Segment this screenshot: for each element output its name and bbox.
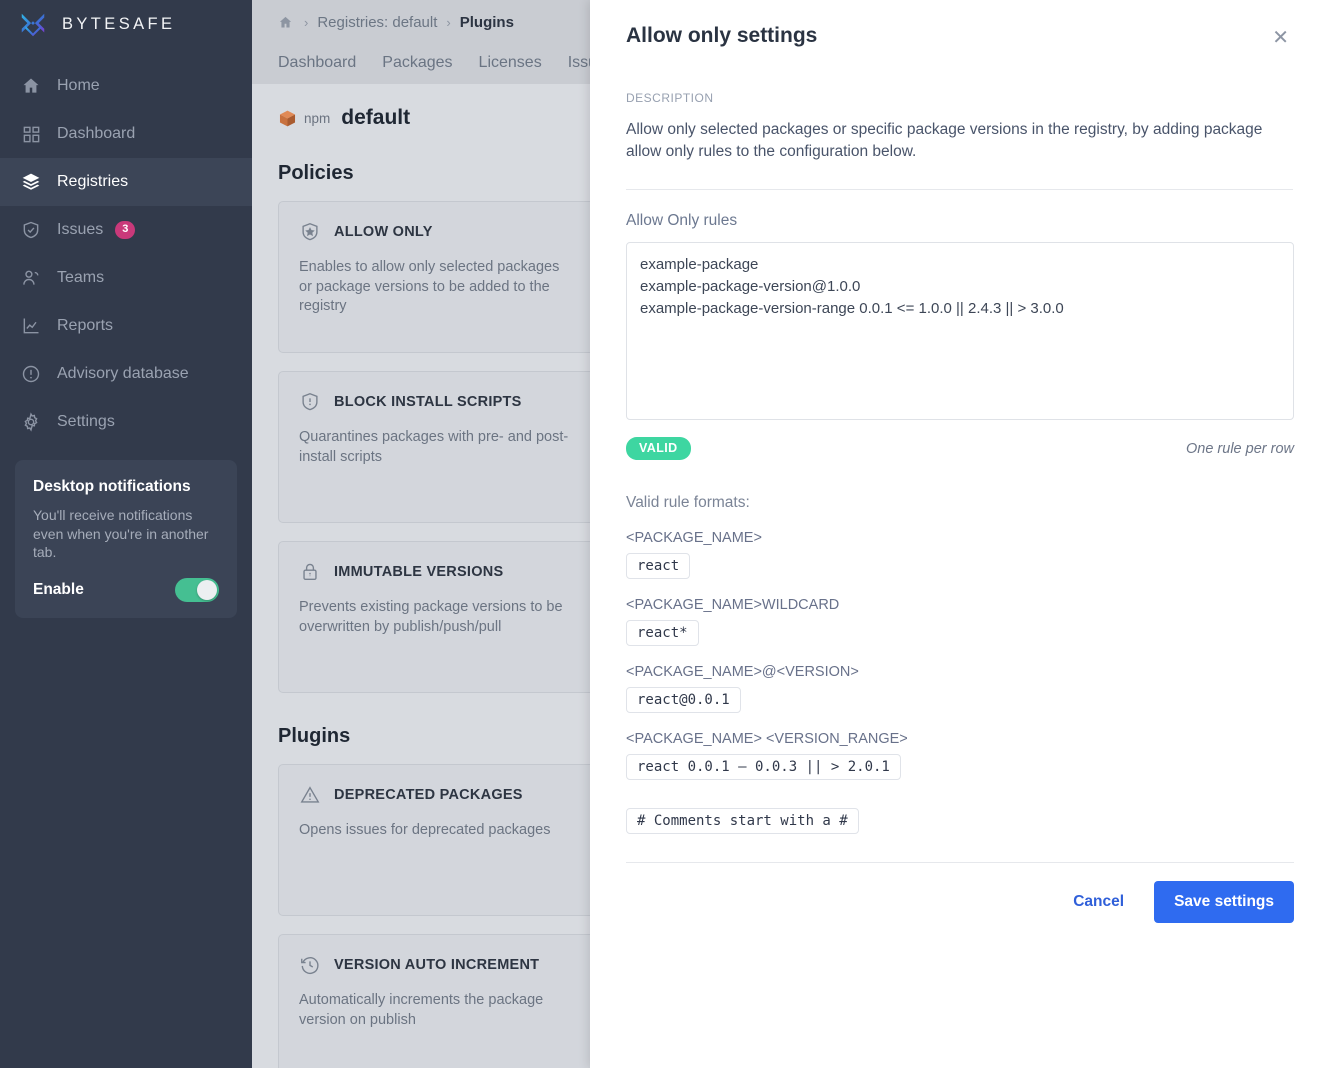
sidebar-item-advisory-database[interactable]: Advisory database: [0, 350, 252, 398]
cancel-button[interactable]: Cancel: [1055, 883, 1142, 921]
home-icon: [20, 75, 42, 97]
sidebar-item-teams[interactable]: Teams: [0, 254, 252, 302]
format-package-name-wildcard: <PACKAGE_NAME>WILDCARD react*: [626, 597, 1293, 647]
lock-icon: [299, 561, 321, 583]
save-settings-button[interactable]: Save settings: [1154, 881, 1294, 924]
sidebar-item-label: Advisory database: [57, 365, 189, 382]
toggle-knob: [197, 579, 217, 600]
allow-only-rules-textarea[interactable]: [626, 242, 1294, 421]
exclamation-circle-icon: [20, 363, 42, 385]
description-label: DESCRIPTION: [626, 91, 714, 105]
rules-status-row: VALID One rule per row: [626, 437, 1294, 461]
status-badge: VALID: [626, 437, 691, 461]
breadcrumb-item-plugins: Plugins: [459, 13, 514, 31]
tab-licenses[interactable]: Licenses: [479, 54, 542, 72]
desktop-notifications-title: Desktop notifications: [33, 478, 191, 495]
card-description: Quarantines packages with pre- and post-…: [299, 429, 569, 465]
format-comment-example: # Comments start with a #: [626, 808, 859, 835]
card-description: Prevents existing package versions to be…: [299, 599, 563, 635]
shield-star-icon: [299, 221, 321, 243]
divider: [626, 189, 1293, 191]
brand-name: BYTESAFE: [62, 14, 176, 33]
desktop-notifications-body: You'll receive notifications even when y…: [33, 507, 209, 561]
page-title: default: [341, 106, 411, 129]
sidebar: BYTESAFE Home Dashboard Registries Issue…: [0, 0, 252, 1068]
panel-title: Allow only settings: [626, 24, 818, 47]
npm-box-icon: [278, 109, 297, 128]
dashboard-grid-icon: [20, 123, 42, 145]
rules-label: Allow Only rules: [626, 212, 738, 230]
format-name: <PACKAGE_NAME>: [626, 530, 762, 547]
allow-only-settings-panel: Allow only settings ✕ DESCRIPTION Allow …: [590, 0, 1329, 1068]
format-example: react 0.0.1 — 0.0.3 || > 2.0.1: [626, 754, 901, 781]
divider: [626, 862, 1294, 864]
panel-description: Allow only selected packages or specific…: [626, 121, 1263, 160]
sidebar-item-label: Home: [57, 77, 100, 94]
card-description: Automatically increments the package ver…: [299, 992, 544, 1028]
tab-packages[interactable]: Packages: [382, 54, 452, 72]
clock-history-icon: [299, 954, 321, 976]
app-root: BYTESAFE Home Dashboard Registries Issue…: [0, 0, 1329, 1068]
sidebar-item-label: Registries: [57, 173, 129, 190]
card-description: Enables to allow only selected packages …: [299, 259, 560, 315]
rules-hint: One rule per row: [1186, 440, 1294, 457]
breadcrumb-separator: ›: [446, 14, 451, 30]
warning-triangle-icon: [299, 784, 321, 806]
enable-label: Enable: [33, 580, 84, 598]
formats-title: Valid rule formats:: [626, 494, 750, 512]
layers-icon: [20, 171, 42, 193]
sidebar-item-issues[interactable]: Issues 3: [0, 206, 252, 254]
desktop-notifications-toggle[interactable]: [175, 577, 219, 602]
shield-exclamation-icon: [299, 391, 321, 413]
format-example: react@0.0.1: [626, 687, 741, 714]
panel-actions: Cancel Save settings: [626, 881, 1294, 924]
sidebar-item-label: Issues: [57, 221, 104, 238]
format-example: react: [626, 553, 691, 580]
chart-line-icon: [20, 315, 42, 337]
sidebar-item-home[interactable]: Home: [0, 62, 252, 110]
format-example: react*: [626, 620, 699, 647]
sidebar-item-label: Dashboard: [57, 125, 136, 142]
format-package-name: <PACKAGE_NAME> react: [626, 530, 1293, 580]
users-icon: [20, 267, 42, 289]
breadcrumb-separator: ›: [304, 14, 309, 30]
format-name: <PACKAGE_NAME> <VERSION_RANGE>: [626, 731, 908, 748]
panel-header: Allow only settings ✕: [626, 0, 1293, 50]
format-package-name-version-range: <PACKAGE_NAME> <VERSION_RANGE> react 0.0…: [626, 731, 1293, 781]
desktop-notifications-card: Desktop notifications You'll receive not…: [15, 460, 237, 618]
format-name: <PACKAGE_NAME>WILDCARD: [626, 597, 840, 614]
home-icon[interactable]: [278, 15, 293, 30]
sidebar-item-dashboard[interactable]: Dashboard: [0, 110, 252, 158]
sidebar-item-settings[interactable]: Settings: [0, 398, 252, 446]
sidebar-nav: Home Dashboard Registries Issues 3 Teams…: [0, 62, 252, 446]
format-name: <PACKAGE_NAME>@<VERSION>: [626, 664, 859, 681]
format-package-name-version: <PACKAGE_NAME>@<VERSION> react@0.0.1: [626, 664, 1293, 714]
sidebar-item-label: Settings: [57, 413, 115, 430]
sidebar-item-registries[interactable]: Registries: [0, 158, 252, 206]
sidebar-item-label: Teams: [57, 269, 105, 286]
bytesafe-logo-icon: [18, 9, 48, 39]
close-icon[interactable]: ✕: [1268, 26, 1293, 50]
issues-count-badge: 3: [115, 221, 136, 239]
card-description: Opens issues for deprecated packages: [299, 822, 551, 838]
brand[interactable]: BYTESAFE: [0, 0, 252, 48]
tab-dashboard[interactable]: Dashboard: [278, 54, 356, 72]
registry-type-label: npm: [304, 110, 331, 126]
shield-check-icon: [20, 219, 42, 241]
breadcrumb-item-registries[interactable]: Registries: default: [317, 14, 437, 31]
sidebar-item-label: Reports: [57, 317, 114, 334]
desktop-notifications-enable-row: Enable: [33, 577, 219, 602]
sidebar-item-reports[interactable]: Reports: [0, 302, 252, 350]
gear-icon: [20, 411, 42, 433]
